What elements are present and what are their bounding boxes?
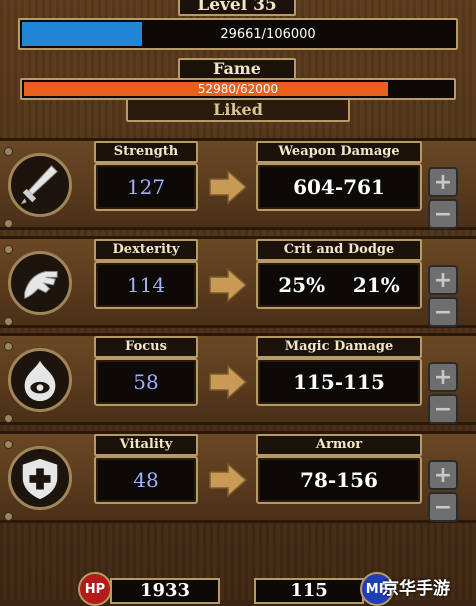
stat-row: Strength 127 Weapon Damage 604-761 + − [0, 138, 476, 230]
rivet [4, 414, 13, 423]
stat-value: 114 [94, 261, 198, 309]
increase-button[interactable]: + [428, 362, 458, 392]
increase-button[interactable]: + [428, 167, 458, 197]
rivet [4, 317, 13, 326]
xp-text: 29661/106000 [220, 26, 316, 42]
fame-status: Liked [126, 98, 350, 122]
arrow-right-icon [209, 364, 248, 400]
derived-stat-name: Weapon Damage [256, 141, 422, 163]
stat-name: Focus [94, 336, 198, 358]
hand-icon [8, 251, 72, 315]
derived-stat-name: Armor [256, 434, 422, 456]
fame-bar: 52980/62000 [20, 78, 456, 100]
stat-row: Focus 58 Magic Damage 115-115 + − [0, 333, 476, 425]
level-title: Level 35 [178, 0, 296, 16]
stat-name: Vitality [94, 434, 198, 456]
derived-stat-value: 78-156 [256, 456, 422, 504]
rivet [4, 512, 13, 521]
fame-title: Fame [178, 58, 296, 80]
decrease-button[interactable]: − [428, 492, 458, 522]
stat-name: Dexterity [94, 239, 198, 261]
stat-value: 127 [94, 163, 198, 211]
xp-bar: 29661/106000 [18, 18, 458, 50]
rivet [4, 440, 13, 449]
decrease-button[interactable]: − [428, 394, 458, 424]
stat-value: 58 [94, 358, 198, 406]
eye-flame-icon [8, 348, 72, 412]
stat-row: Vitality 48 Armor 78-156 + − [0, 431, 476, 523]
rivet [4, 147, 13, 156]
watermark: 京华手游 [382, 579, 450, 599]
decrease-button[interactable]: − [428, 199, 458, 229]
hp-orb: HP [78, 572, 112, 606]
stat-value: 48 [94, 456, 198, 504]
arrow-right-icon [209, 462, 248, 498]
derived-stat-value: 115-115 [256, 358, 422, 406]
sword-icon [8, 153, 72, 217]
decrease-button[interactable]: − [428, 297, 458, 327]
derived-stat-value: 604-761 [256, 163, 422, 211]
shield-icon [8, 446, 72, 510]
arrow-right-icon [209, 169, 248, 205]
mp-plate: 115 [254, 578, 364, 604]
stat-name: Strength [94, 141, 198, 163]
fame-text: 52980/62000 [197, 82, 279, 96]
hp-plate: 1933 [110, 578, 220, 604]
derived-stat-name: Crit and Dodge [256, 239, 422, 261]
derived-stat-value: 25% 21% [256, 261, 422, 309]
arrow-right-icon [209, 267, 248, 303]
increase-button[interactable]: + [428, 460, 458, 490]
rivet [4, 342, 13, 351]
increase-button[interactable]: + [428, 265, 458, 295]
stat-row: Dexterity 114 Crit and Dodge 25% 21% + − [0, 236, 476, 328]
rivet [4, 245, 13, 254]
derived-stat-name: Magic Damage [256, 336, 422, 358]
rivet [4, 219, 13, 228]
